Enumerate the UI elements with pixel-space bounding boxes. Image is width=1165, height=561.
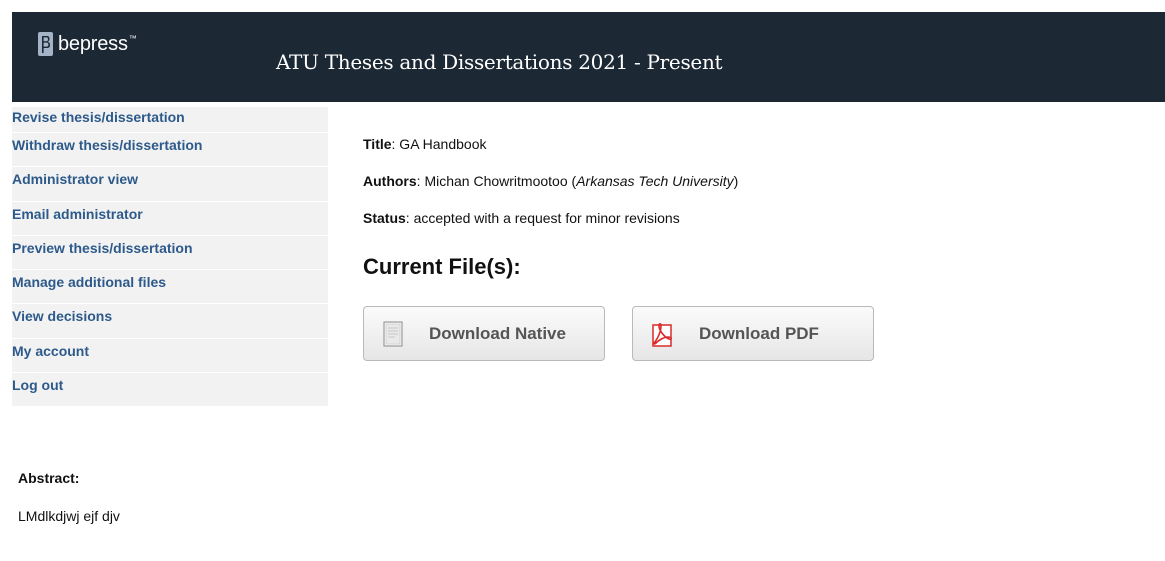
sidebar-item-my-account[interactable]: My account bbox=[12, 338, 328, 374]
authors-value: : Michan Chowritmootoo ( bbox=[416, 173, 577, 189]
download-pdf-button[interactable]: Download PDF bbox=[632, 306, 874, 361]
abstract-text: LMdlkdjwj ejf djv bbox=[18, 508, 120, 524]
sidebar-item-label: Log out bbox=[12, 377, 64, 394]
sidebar-item-label: My account bbox=[12, 342, 90, 359]
page: bepress ™ ATU Theses and Dissertations 2… bbox=[0, 0, 1165, 561]
site-title: ATU Theses and Dissertations 2021 - Pres… bbox=[276, 50, 723, 74]
sidebar-item-label: Withdraw thesis/dissertation bbox=[12, 137, 203, 153]
authors-row: Authors: Michan Chowritmootoo (Arkansas … bbox=[363, 172, 738, 209]
abstract-label: Abstract: bbox=[18, 470, 80, 486]
title-value: : GA Handbook bbox=[391, 136, 487, 152]
download-native-label: Download Native bbox=[429, 323, 566, 343]
pdf-icon bbox=[652, 322, 672, 347]
download-native-button[interactable]: Download Native bbox=[363, 306, 605, 361]
title-row: Title: GA Handbook bbox=[363, 135, 738, 172]
sidebar-item-revise[interactable]: Revise thesis/dissertation bbox=[12, 107, 328, 133]
sidebar-item-label: Preview thesis/dissertation bbox=[12, 239, 193, 256]
authors-label: Authors bbox=[363, 173, 417, 189]
bepress-logo-icon bbox=[38, 32, 53, 56]
logo-text: bepress bbox=[58, 32, 128, 55]
download-pdf-label: Download PDF bbox=[699, 323, 819, 343]
sidebar-item-label: Revise thesis/dissertation bbox=[12, 109, 185, 125]
sidebar-nav: Revise thesis/dissertation Withdraw thes… bbox=[12, 107, 328, 408]
authors-affiliation: Arkansas Tech University bbox=[576, 173, 734, 189]
title-label: Title bbox=[363, 136, 392, 152]
sidebar-item-administrator-view[interactable]: Administrator view bbox=[12, 167, 328, 202]
sidebar-item-view-decisions[interactable]: View decisions bbox=[12, 304, 328, 339]
status-value: : accepted with a request for minor revi… bbox=[405, 210, 680, 226]
sidebar-item-log-out[interactable]: Log out bbox=[12, 373, 328, 408]
logo-trademark: ™ bbox=[128, 34, 137, 43]
current-files-heading: Current File(s): bbox=[363, 254, 521, 279]
sidebar-item-email-administrator[interactable]: Email administrator bbox=[12, 201, 328, 236]
sidebar-item-manage-files[interactable]: Manage additional files bbox=[12, 270, 328, 305]
status-row: Status: accepted with a request for mino… bbox=[363, 209, 738, 246]
sidebar-item-preview[interactable]: Preview thesis/dissertation bbox=[12, 235, 328, 271]
sidebar-item-withdraw[interactable]: Withdraw thesis/dissertation bbox=[12, 133, 328, 168]
sidebar-item-label: Manage additional files bbox=[12, 274, 167, 291]
sidebar-item-label: Administrator view bbox=[12, 171, 139, 188]
submission-details: Title: GA Handbook Authors: Michan Chowr… bbox=[363, 135, 738, 246]
site-header: bepress ™ ATU Theses and Dissertations 2… bbox=[12, 12, 1165, 102]
sidebar-item-label: Email administrator bbox=[12, 205, 143, 222]
sidebar-item-label: View decisions bbox=[12, 308, 113, 325]
bepress-logo[interactable]: bepress ™ bbox=[38, 32, 137, 56]
status-label: Status bbox=[363, 210, 406, 226]
document-icon bbox=[383, 321, 403, 346]
authors-close: ) bbox=[733, 173, 739, 189]
